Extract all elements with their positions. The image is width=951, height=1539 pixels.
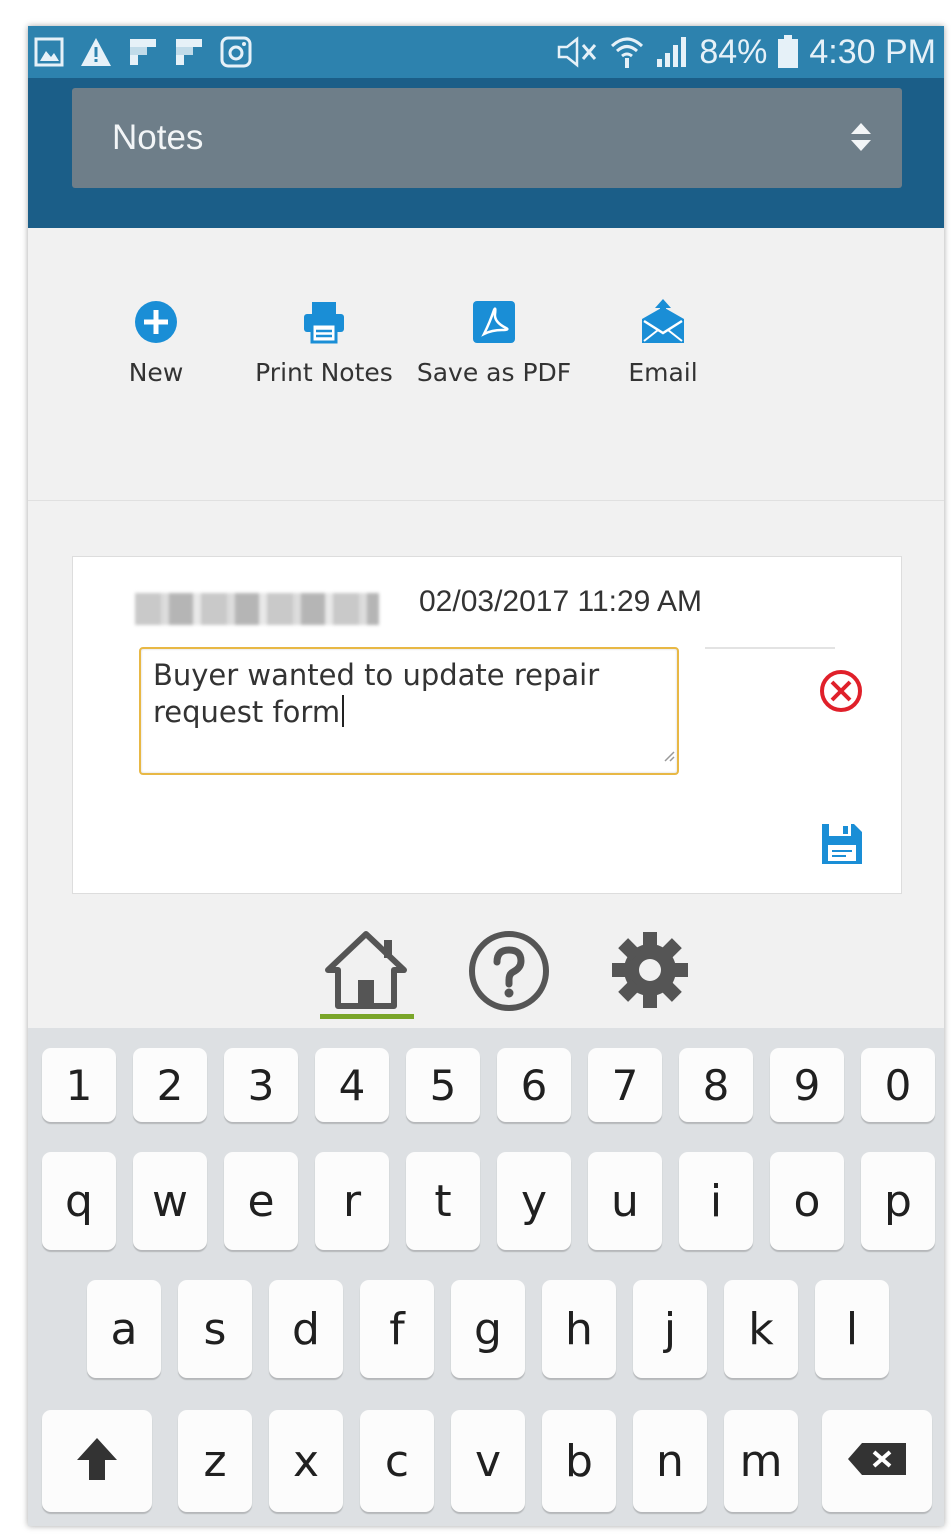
notes-toolbar: New Print Notes Save as PDF Email <box>28 228 944 501</box>
email-button[interactable]: Email <box>578 298 748 387</box>
shift-key[interactable] <box>42 1410 152 1512</box>
key-l[interactable]: l <box>815 1280 889 1378</box>
close-circle-icon <box>819 670 863 717</box>
nav-settings-button[interactable] <box>610 930 690 1015</box>
key-p[interactable]: p <box>861 1152 935 1250</box>
note-text-line-1: Buyer wanted to update repair <box>153 658 600 692</box>
key-h[interactable]: h <box>542 1280 616 1378</box>
key-n[interactable]: n <box>633 1410 707 1512</box>
key-f[interactable]: f <box>360 1280 434 1378</box>
delete-note-button[interactable] <box>819 669 863 718</box>
key-q[interactable]: q <box>42 1152 116 1250</box>
key-z[interactable]: z <box>178 1410 252 1512</box>
status-bar: 84% 4:30 PM <box>28 26 944 78</box>
key-s[interactable]: s <box>178 1280 252 1378</box>
new-note-button[interactable]: New <box>71 300 241 387</box>
floppy-disk-icon <box>821 824 863 869</box>
battery-percent: 84% <box>699 32 768 71</box>
text-cursor <box>342 695 345 727</box>
app-screen: 84% 4:30 PM Notes New Print Notes Save a… <box>28 26 944 1526</box>
pdf-icon <box>472 300 516 349</box>
section-select-value: Notes <box>112 118 204 157</box>
notification-icons <box>34 30 252 74</box>
gallery-icon <box>34 37 64 67</box>
key-d[interactable]: d <box>269 1280 343 1378</box>
save-as-pdf-label: Save as PDF <box>416 358 572 387</box>
author-name-redacted <box>135 593 379 625</box>
key-u[interactable]: u <box>588 1152 662 1250</box>
resize-handle-icon[interactable] <box>663 734 675 771</box>
home-icon <box>324 931 408 1014</box>
key-c[interactable]: c <box>360 1410 434 1512</box>
new-label: New <box>128 358 184 387</box>
key-0[interactable]: 0 <box>861 1048 935 1122</box>
nav-home-button[interactable] <box>324 930 408 1015</box>
printer-icon <box>302 300 346 349</box>
wifi-icon <box>609 34 645 70</box>
bottom-nav <box>28 896 944 1028</box>
nav-help-button[interactable] <box>468 930 550 1017</box>
note-text-input[interactable]: Buyer wanted to update repair request fo… <box>139 647 679 775</box>
key-1[interactable]: 1 <box>42 1048 116 1122</box>
email-send-icon <box>640 298 686 350</box>
flipboard-icon <box>174 37 204 67</box>
save-as-pdf-button[interactable]: Save as PDF <box>409 300 579 387</box>
battery-icon <box>777 35 799 69</box>
section-select[interactable]: Notes <box>72 88 902 188</box>
key-5[interactable]: 5 <box>406 1048 480 1122</box>
instagram-icon <box>220 36 252 68</box>
key-e[interactable]: e <box>224 1152 298 1250</box>
active-nav-indicator <box>320 1014 414 1019</box>
on-screen-keyboard: 1234567890 qwertyuiop asdfghjkl zxcvbnm <box>28 1028 944 1526</box>
backspace-icon <box>846 1442 908 1480</box>
key-y[interactable]: y <box>497 1152 571 1250</box>
key-r[interactable]: r <box>315 1152 389 1250</box>
clock: 4:30 PM <box>809 32 936 71</box>
system-status: 84% 4:30 PM <box>555 26 936 78</box>
warning-icon <box>80 37 112 67</box>
key-m[interactable]: m <box>724 1410 798 1512</box>
key-3[interactable]: 3 <box>224 1048 298 1122</box>
key-k[interactable]: k <box>724 1280 798 1378</box>
note-card: 02/03/2017 11:29 AM Buyer wanted to upda… <box>72 556 902 894</box>
save-note-button[interactable] <box>821 823 863 870</box>
key-b[interactable]: b <box>542 1410 616 1512</box>
key-a[interactable]: a <box>87 1280 161 1378</box>
email-label: Email <box>628 358 698 387</box>
gear-icon <box>610 932 690 1014</box>
key-t[interactable]: t <box>406 1152 480 1250</box>
key-6[interactable]: 6 <box>497 1048 571 1122</box>
app-header: Notes <box>28 78 944 228</box>
key-i[interactable]: i <box>679 1152 753 1250</box>
key-o[interactable]: o <box>770 1152 844 1250</box>
flipboard-icon <box>128 37 158 67</box>
sort-caret-icon <box>850 122 872 157</box>
key-2[interactable]: 2 <box>133 1048 207 1122</box>
help-icon <box>468 931 550 1016</box>
backspace-key[interactable] <box>822 1410 932 1512</box>
divider <box>705 647 835 649</box>
print-notes-label: Print Notes <box>255 358 393 387</box>
key-g[interactable]: g <box>451 1280 525 1378</box>
key-4[interactable]: 4 <box>315 1048 389 1122</box>
note-timestamp: 02/03/2017 11:29 AM <box>419 585 703 618</box>
signal-icon <box>655 35 689 69</box>
key-w[interactable]: w <box>133 1152 207 1250</box>
key-j[interactable]: j <box>633 1280 707 1378</box>
mute-icon <box>555 35 599 69</box>
key-v[interactable]: v <box>451 1410 525 1512</box>
print-notes-button[interactable]: Print Notes <box>239 300 409 387</box>
key-7[interactable]: 7 <box>588 1048 662 1122</box>
key-8[interactable]: 8 <box>679 1048 753 1122</box>
plus-circle-icon <box>134 300 178 349</box>
shift-arrow-icon <box>75 1436 119 1486</box>
key-x[interactable]: x <box>269 1410 343 1512</box>
key-9[interactable]: 9 <box>770 1048 844 1122</box>
note-text-line-2: request form <box>153 695 341 729</box>
